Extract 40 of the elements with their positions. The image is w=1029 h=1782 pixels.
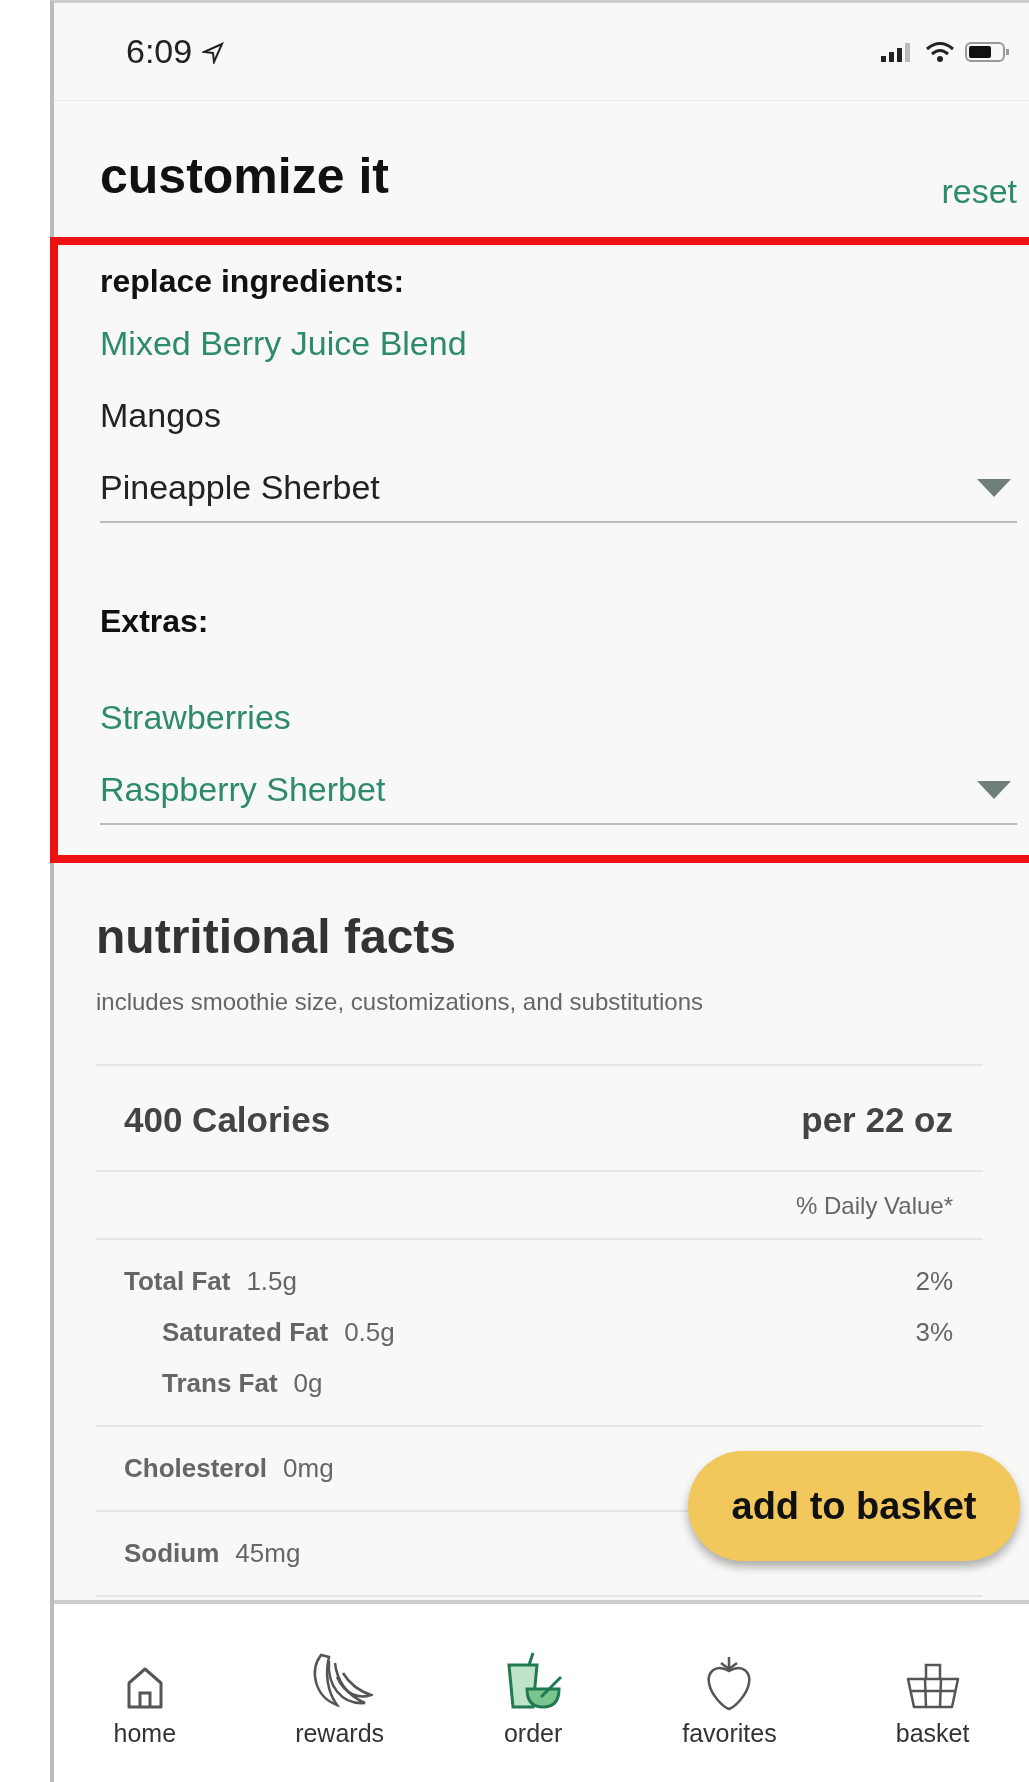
ingredient-option[interactable]: Mangos xyxy=(100,396,1017,468)
section-heading: replace ingredients: xyxy=(100,263,406,300)
daily-percent: 3% xyxy=(915,1317,953,1348)
nutrient-name: Saturated Fat xyxy=(162,1317,329,1348)
ingredient-dropdown[interactable]: Raspberry Sherbet xyxy=(100,770,1017,825)
nutrient-amount: 1.5g xyxy=(246,1266,297,1297)
ingredient-option[interactable]: Mixed Berry Juice Blend xyxy=(100,324,1017,396)
column-header: % Daily Value* xyxy=(796,1192,953,1220)
tab-bar-item[interactable]: basket xyxy=(895,1640,970,1748)
strawberry-icon xyxy=(705,1655,754,1711)
nutrient-amount: 0.5g xyxy=(344,1317,395,1348)
nutrient-name: Total Fat xyxy=(124,1266,231,1297)
tab-bar-item[interactable]: order xyxy=(503,1640,564,1748)
nutrient-amount: 0mg xyxy=(283,1453,334,1484)
section-subtitle: includes smoothie size, customizations, and substitutions xyxy=(96,988,704,1016)
section-heading: Extras: xyxy=(100,603,210,640)
caret-icon xyxy=(977,780,1011,799)
daily-percent: 2% xyxy=(915,1266,953,1297)
ingredient-dropdown[interactable]: Pineapple Sherbet xyxy=(100,468,1017,523)
add-to-basket-button[interactable]: add to basket xyxy=(688,1451,1020,1561)
serving-size: per 22 oz xyxy=(801,1100,953,1140)
page-title: customize it xyxy=(100,147,389,205)
section-title: nutritional facts xyxy=(96,909,458,964)
status-time: 6:09 xyxy=(126,32,193,71)
calories-text: 400 Calories xyxy=(124,1100,331,1140)
tab-bar-item[interactable]: rewards xyxy=(295,1640,385,1748)
caret-icon xyxy=(977,478,1011,497)
ingredient-option[interactable]: Strawberries xyxy=(100,698,1017,770)
nutrient-amount: 0g xyxy=(293,1368,323,1399)
nutrient-name: Sodium xyxy=(124,1538,220,1569)
nutrient-name: Cholesterol xyxy=(124,1453,268,1484)
nutrient-name: Trans Fat xyxy=(162,1368,278,1399)
battery-icon xyxy=(965,40,1011,63)
location-arrow-icon xyxy=(202,41,225,64)
tab-bar-item[interactable]: favorites xyxy=(682,1640,777,1748)
reset-link[interactable]: reset xyxy=(941,172,1017,211)
tab-bar-item[interactable]: home xyxy=(113,1640,177,1748)
nutrient-amount: 45mg xyxy=(235,1538,301,1569)
basket-icon xyxy=(905,1661,960,1711)
wifi-icon xyxy=(925,40,955,63)
